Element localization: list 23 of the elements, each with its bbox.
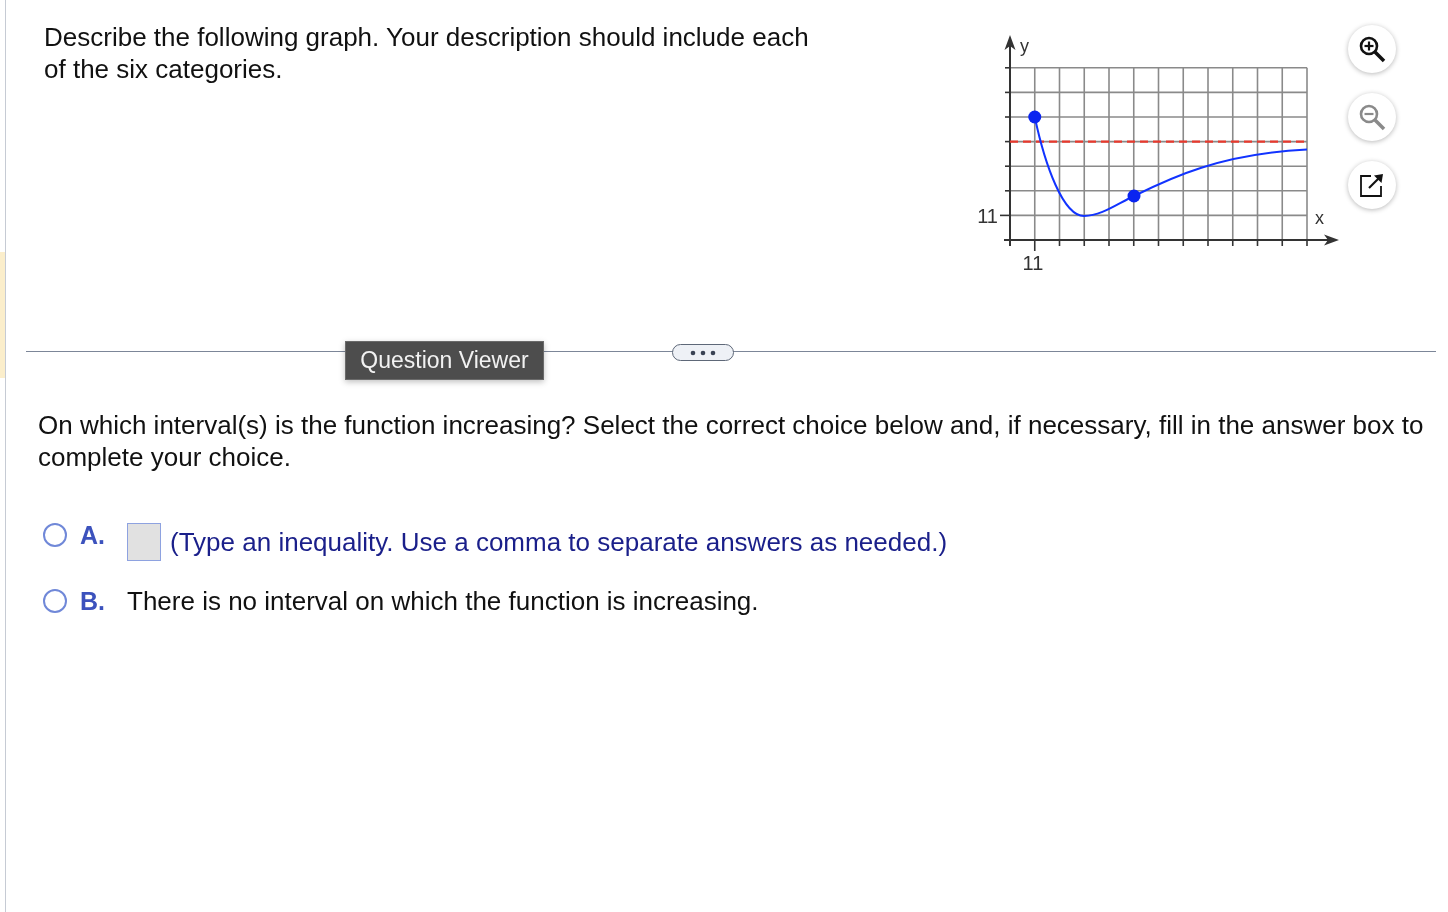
question-text: Describe the following graph. Your description should include each of the six categories. bbox=[44, 21, 810, 85]
tick-label: 11 bbox=[977, 205, 998, 227]
axis-label: x bbox=[1315, 208, 1324, 228]
closed-dot bbox=[1028, 110, 1042, 124]
zoom-out-icon bbox=[1358, 103, 1386, 131]
expand-button[interactable] bbox=[672, 344, 734, 361]
answer-hint: (Type an inequality. Use a comma to separate answers as needed.) bbox=[170, 526, 948, 559]
tick-label: 11 bbox=[1022, 252, 1044, 274]
external-link-icon bbox=[1360, 173, 1384, 197]
ellipsis-icon bbox=[690, 349, 716, 356]
zoom-in-button[interactable] bbox=[1348, 25, 1396, 73]
radio-button[interactable] bbox=[43, 523, 67, 547]
choice-text: There is no interval on which the function is increasing. bbox=[127, 589, 759, 613]
tooltip: Question Viewer bbox=[345, 341, 544, 380]
answer-box[interactable] bbox=[127, 523, 161, 561]
choice-letter: A. bbox=[80, 523, 106, 547]
popout-button[interactable] bbox=[1348, 161, 1396, 209]
closed-dot bbox=[1127, 189, 1141, 203]
axis-label: y bbox=[1020, 36, 1029, 56]
question-text: On which interval(s) is the function increasing? Select the correct choice below and, if necessary, fill in the answer box to complete your choice. bbox=[38, 409, 1425, 473]
radio-button[interactable] bbox=[43, 589, 67, 613]
choice-letter: B. bbox=[80, 589, 106, 613]
zoom-in-icon bbox=[1358, 35, 1386, 63]
